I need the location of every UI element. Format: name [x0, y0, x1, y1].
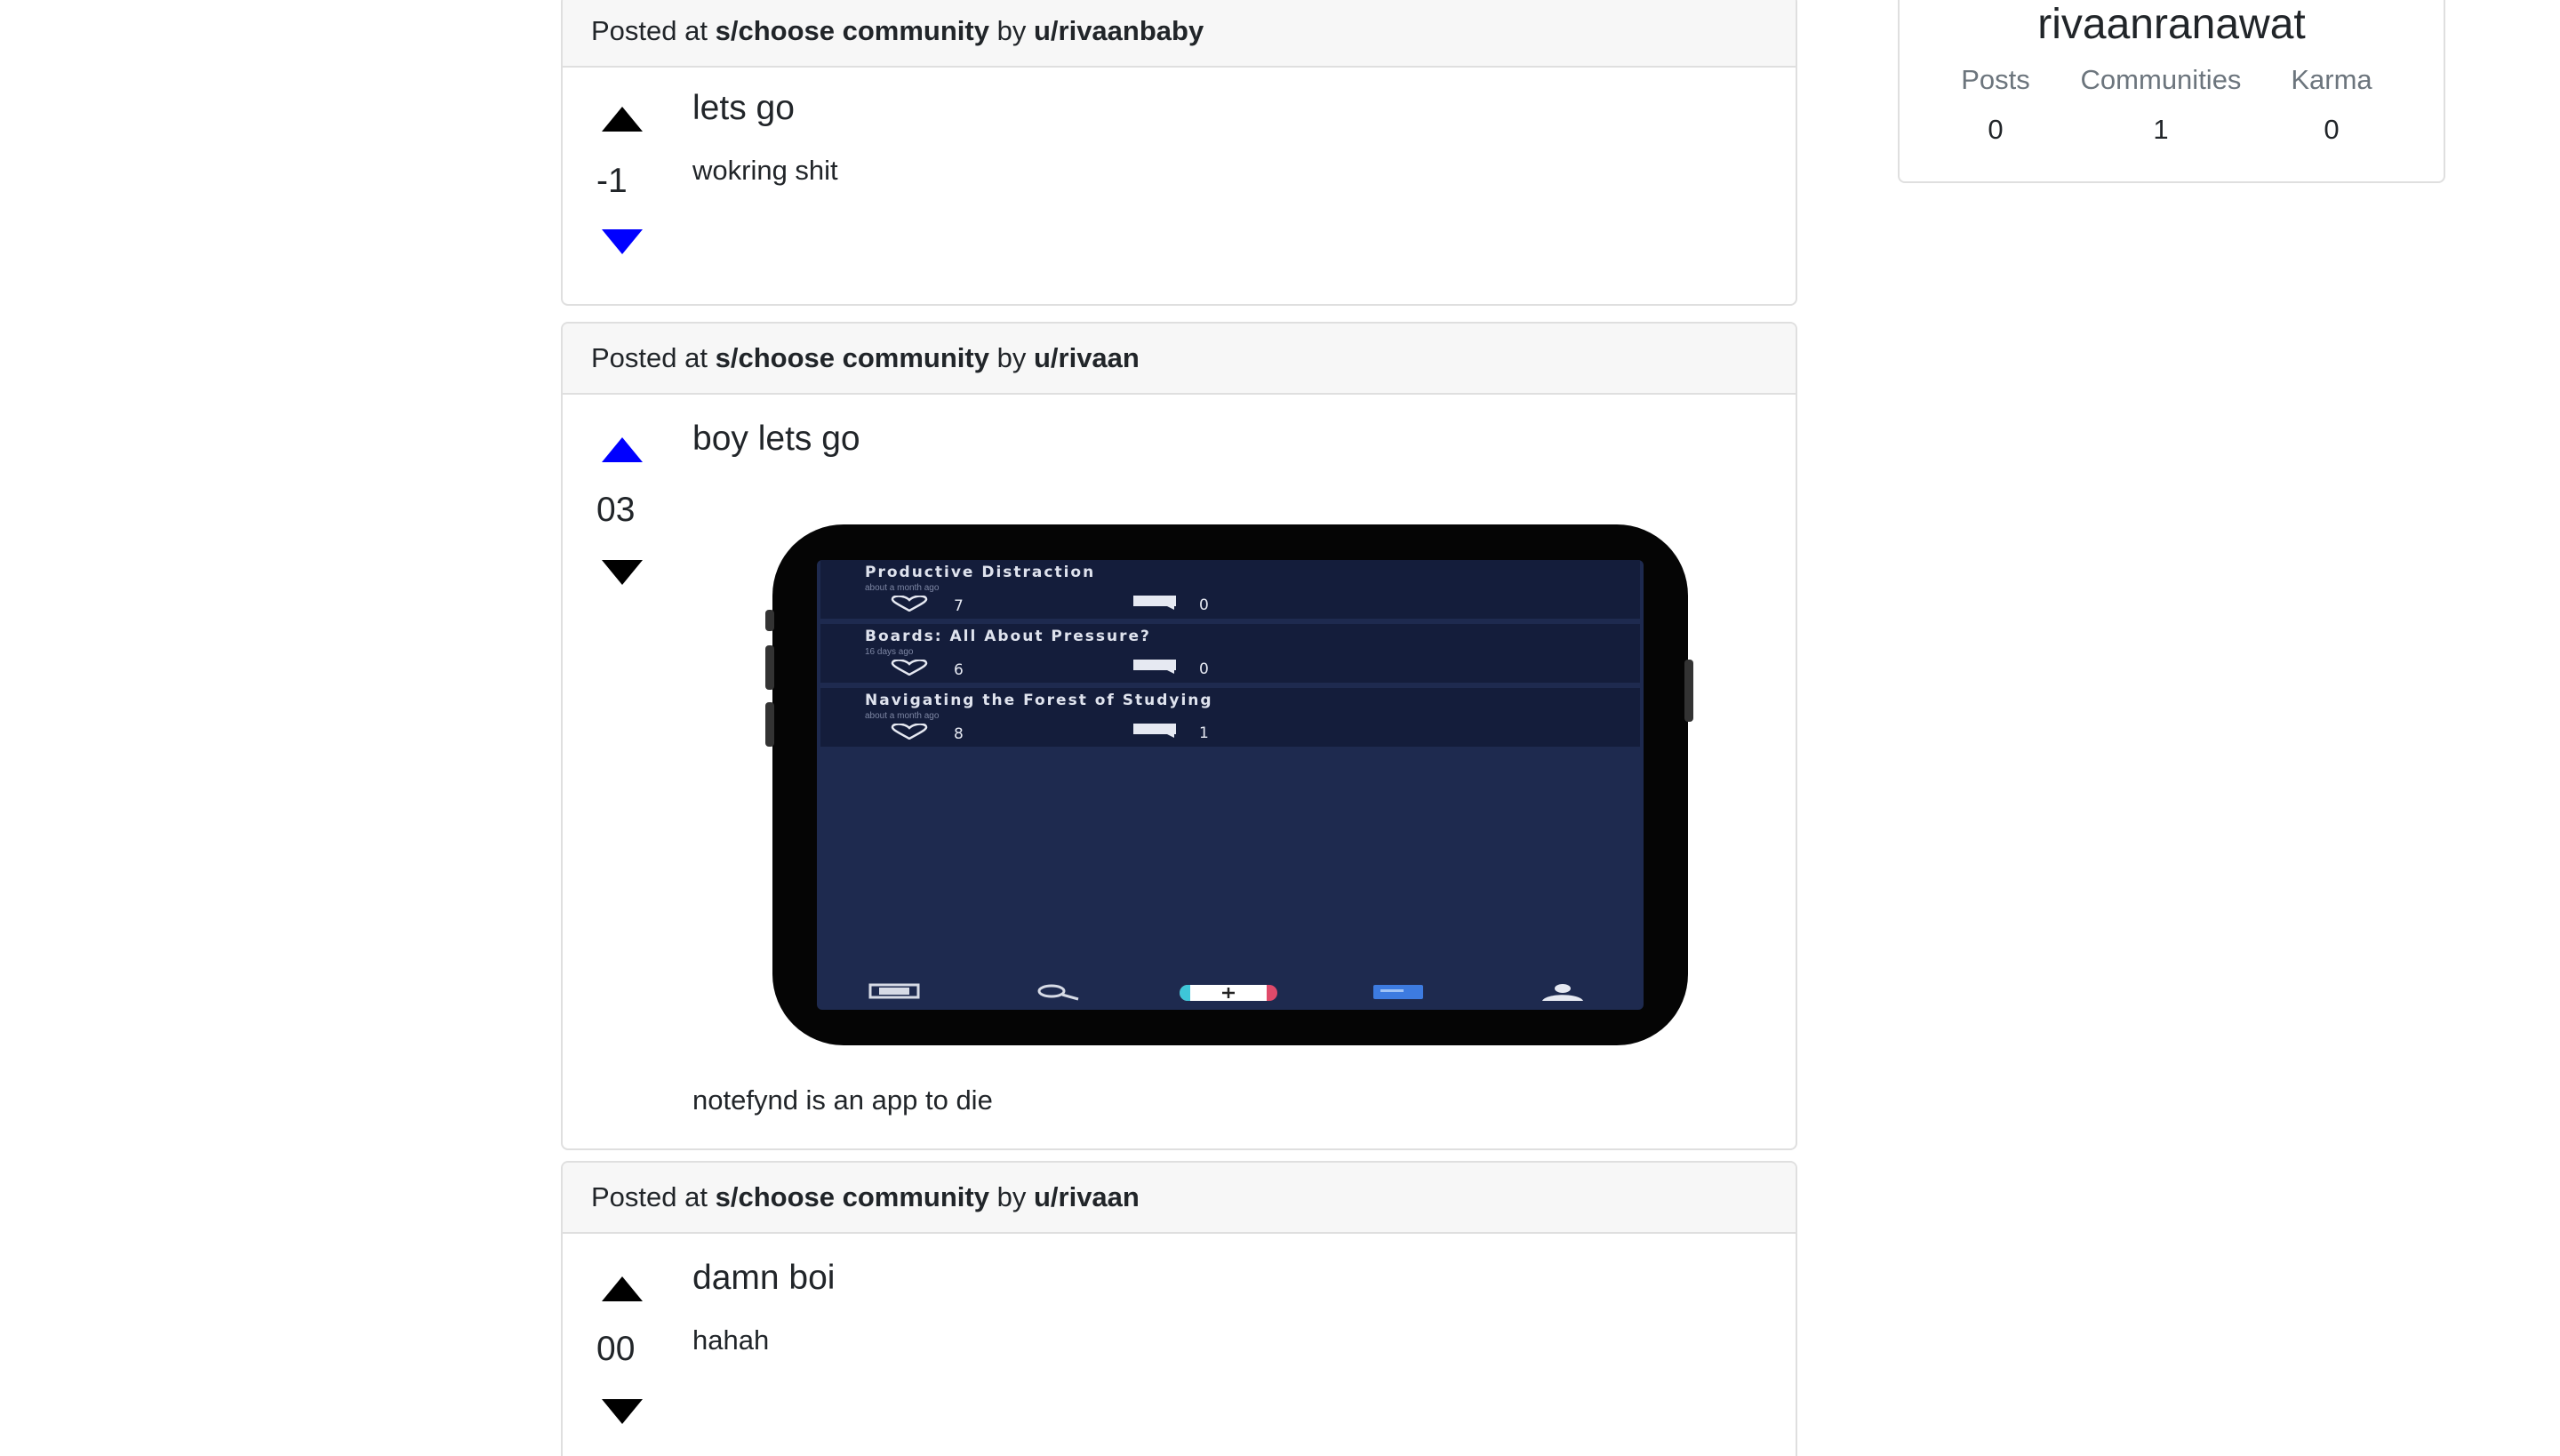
post-card: Posted at s/choose community by u/rivaan… [561, 0, 1797, 306]
heart-icon [888, 659, 931, 680]
feed-item-title: Boards: All About Pressure? [865, 628, 1151, 645]
post-card: Posted at s/choose community by u/rivaan… [561, 1161, 1797, 1456]
heart-icon [888, 723, 931, 744]
page: Posted at s/choose community by u/rivaan… [0, 0, 2560, 1456]
post-image: Productive Distraction about a month ago… [765, 524, 1693, 1045]
comment-icon [1133, 660, 1176, 678]
posted-at-label: Posted at [591, 1181, 708, 1212]
feed-item-time: 16 days ago [865, 647, 914, 657]
heart-icon [888, 595, 931, 616]
community-link[interactable]: s/choose community [716, 1181, 989, 1213]
comment-icon [1133, 724, 1176, 742]
by-label: by [996, 1181, 1027, 1212]
community-link[interactable]: s/choose community [716, 342, 989, 374]
post-header: Posted at s/choose community by u/rivaan [563, 1163, 1796, 1234]
pdf-icon [867, 983, 922, 1005]
stat-value: 1 [2153, 114, 2169, 145]
search-icon [1034, 983, 1082, 1005]
post-header: Posted at s/choose community by u/rivaan [563, 324, 1796, 395]
feed-likes: 6 [888, 659, 964, 680]
stat-value: 0 [1988, 114, 2004, 145]
stat-label: Communities [2080, 64, 2242, 95]
post-card: Posted at s/choose community by u/rivaan… [561, 322, 1797, 1150]
feed-item-title: Navigating the Forest of Studying [865, 692, 1213, 709]
posted-at-label: Posted at [591, 342, 708, 373]
likes-count: 6 [954, 660, 964, 679]
feed-comments: 1 [1133, 724, 1209, 742]
add-icon [1180, 983, 1277, 1007]
feed-likes: 8 [888, 723, 964, 744]
user-link[interactable]: u/rivaanbaby [1034, 15, 1204, 47]
feed-item-time: about a month ago [865, 711, 940, 721]
feed-item-title: Productive Distraction [865, 564, 1096, 581]
upvote-icon[interactable] [602, 107, 643, 132]
likes-count: 7 [954, 596, 964, 615]
upvote-icon[interactable] [602, 1276, 643, 1301]
post-text: wokring shit [692, 155, 838, 186]
comments-count: 0 [1199, 596, 1209, 614]
comments-count: 1 [1199, 724, 1209, 742]
posted-at-label: Posted at [591, 15, 708, 46]
downvote-icon[interactable] [602, 229, 643, 254]
feed-comments: 0 [1133, 660, 1209, 678]
notes-icon [1373, 983, 1423, 1005]
likes-count: 8 [954, 724, 964, 743]
stat-label: Karma [2291, 64, 2372, 95]
stat-posts: Posts 0 [1907, 64, 2084, 146]
post-text: notefynd is an app to die [692, 1084, 993, 1116]
comments-count: 0 [1199, 660, 1209, 678]
phone-side-button [765, 645, 774, 690]
stat-karma: Karma 0 [2243, 64, 2420, 146]
stat-label: Posts [1961, 64, 2030, 95]
feed-likes: 7 [888, 595, 964, 616]
feed-item: Boards: All About Pressure? 16 days ago … [820, 624, 1640, 683]
feed-item: Productive Distraction about a month ago… [820, 560, 1640, 619]
vote-score: 00 [596, 1330, 636, 1368]
community-link[interactable]: s/choose community [716, 15, 989, 47]
profile-icon [1540, 983, 1585, 1005]
profile-card: rivaanranawat Posts 0 Communities 1 Karm… [1898, 0, 2445, 183]
phone-screen: Productive Distraction about a month ago… [817, 560, 1644, 1010]
phone-side-button [1684, 660, 1693, 722]
by-label: by [996, 342, 1027, 373]
feed-item: Navigating the Forest of Studying about … [820, 688, 1640, 747]
post-title[interactable]: damn boi [692, 1259, 835, 1298]
downvote-icon[interactable] [602, 1399, 643, 1424]
feed-comments: 0 [1133, 596, 1209, 614]
phone-side-button [765, 702, 774, 747]
profile-username: rivaanranawat [2037, 1, 2306, 48]
phone-side-button [765, 610, 774, 631]
post-text: hahah [692, 1324, 770, 1356]
post-header: Posted at s/choose community by u/rivaan… [563, 0, 1796, 68]
comment-icon [1133, 596, 1176, 614]
user-link[interactable]: u/rivaan [1034, 342, 1140, 374]
vote-score: 03 [596, 491, 636, 529]
feed-item-time: about a month ago [865, 583, 940, 593]
user-link[interactable]: u/rivaan [1034, 1181, 1140, 1213]
post-title[interactable]: lets go [692, 89, 795, 128]
vote-score: -1 [596, 162, 628, 200]
stat-value: 0 [2324, 114, 2340, 145]
post-title[interactable]: boy lets go [692, 420, 860, 459]
upvote-icon[interactable] [602, 437, 643, 462]
downvote-icon[interactable] [602, 560, 643, 585]
by-label: by [996, 15, 1027, 46]
stat-communities: Communities 1 [2072, 64, 2250, 146]
